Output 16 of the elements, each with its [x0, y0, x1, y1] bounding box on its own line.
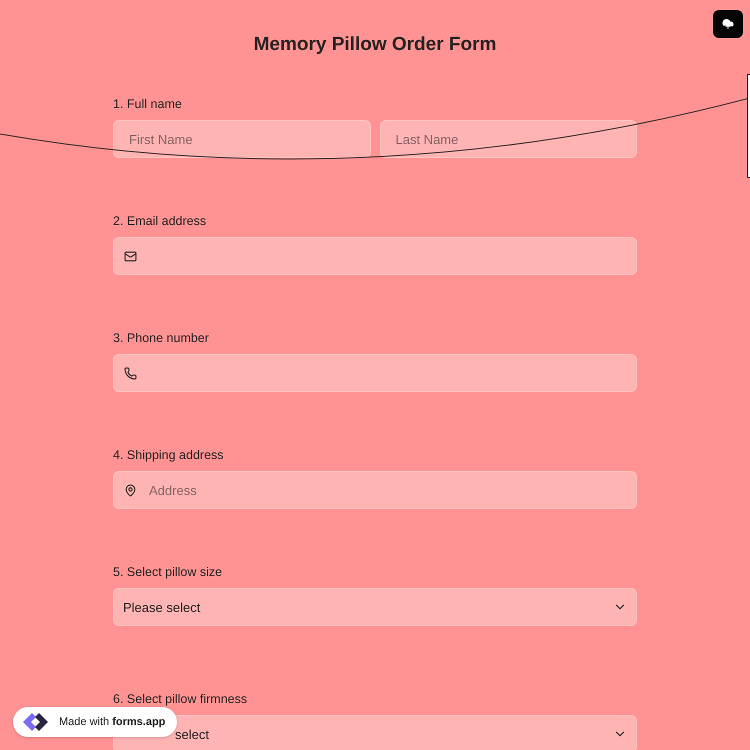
- question-label: 4. Shipping address: [113, 448, 225, 463]
- cloud-upload-icon: [722, 18, 734, 30]
- select-dropdown[interactable]: Please select: [113, 588, 637, 626]
- question-label: 1. Full name: [113, 97, 183, 112]
- question-label: 2. Email address: [113, 214, 208, 229]
- upload-button[interactable]: [713, 10, 743, 38]
- question-label: 3. Phone number: [113, 331, 210, 346]
- phone-field[interactable]: [113, 354, 637, 392]
- question-label: 6. Select pillow firmness: [113, 692, 248, 707]
- form-title: Memory Pillow Order Form: [254, 33, 496, 57]
- phone-icon: [124, 366, 137, 380]
- logo-icon: [21, 711, 51, 733]
- email-field[interactable]: [113, 237, 637, 275]
- mail-icon: [124, 250, 137, 262]
- question-label: 5. Select pillow size: [113, 565, 224, 580]
- map-pin-icon: [124, 484, 137, 496]
